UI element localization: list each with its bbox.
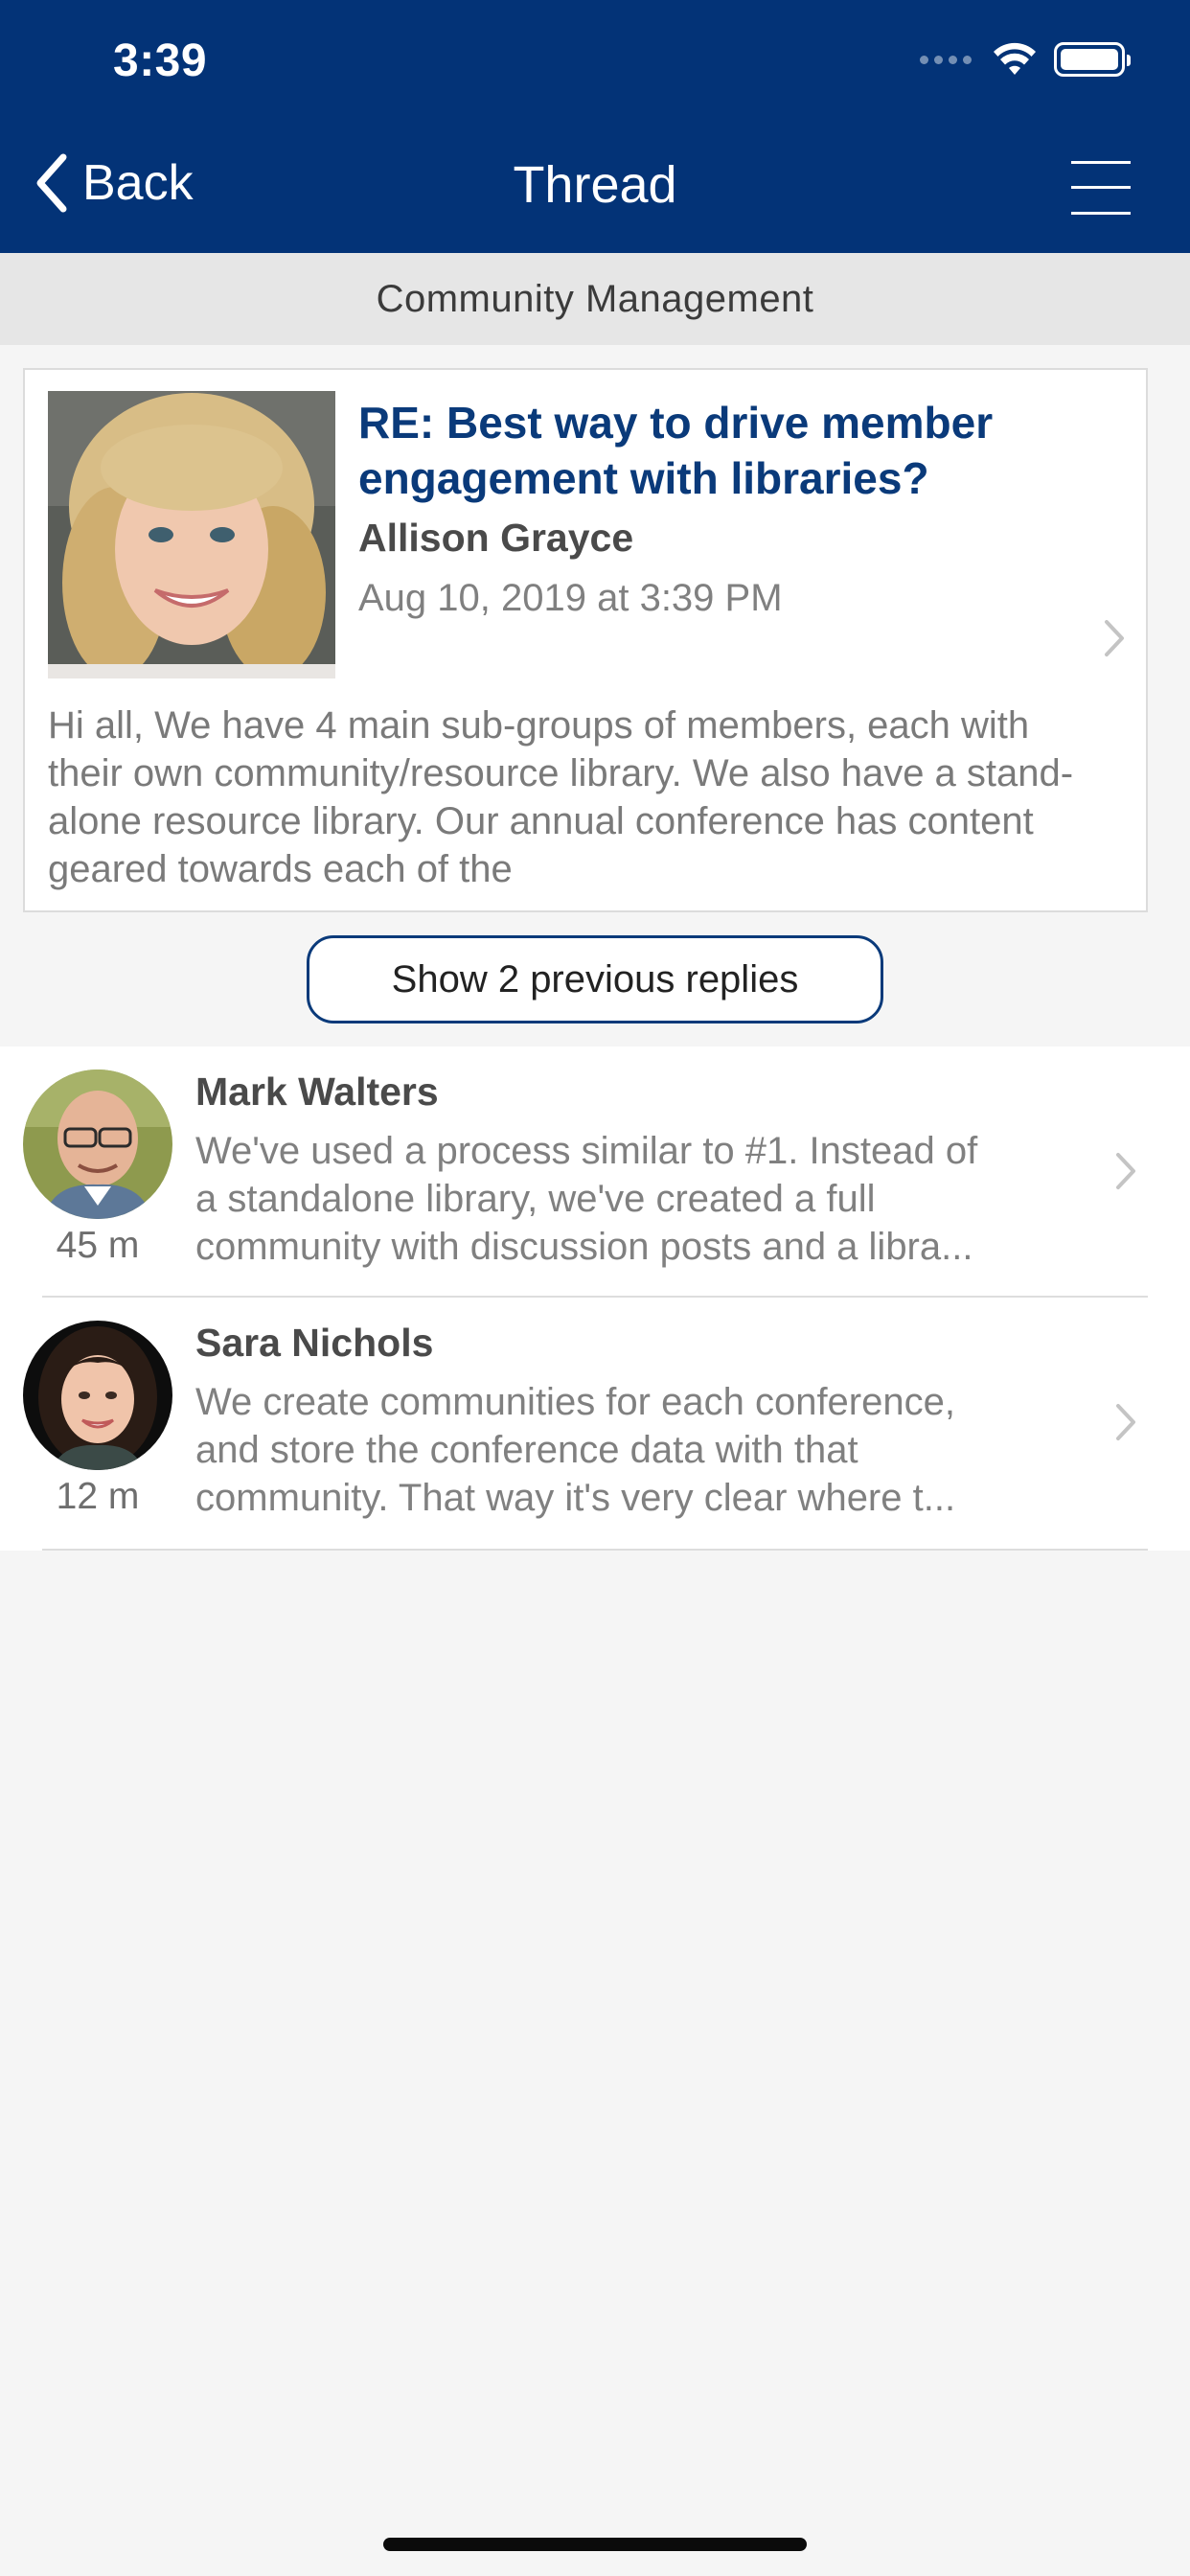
menu-button[interactable] [1071, 159, 1131, 217]
app-header: 3:39 Back Thread [0, 0, 1190, 253]
chevron-right-icon [1105, 620, 1124, 656]
reply-item[interactable]: 45 m Mark Walters We've used a process s… [0, 1046, 1190, 1298]
avatar [23, 1321, 172, 1470]
author-photo [48, 391, 335, 678]
battery-icon [1054, 42, 1131, 77]
original-post-card[interactable]: RE: Best way to drive member engagement … [23, 368, 1148, 912]
status-indicators [920, 42, 1131, 77]
chevron-right-icon [1116, 1153, 1135, 1189]
post-body: Hi all, We have 4 main sub-groups of mem… [48, 704, 1074, 890]
cellular-signal-icon [920, 55, 972, 64]
reply-age: 45 m [56, 1225, 140, 1266]
replies-list: 45 m Mark Walters We've used a process s… [0, 1046, 1190, 1551]
post-title: RE: Best way to drive member engagement … [358, 398, 994, 503]
reply-author: Sara Nichols [195, 1321, 434, 1365]
avatar [23, 1070, 172, 1219]
reply-item[interactable]: 12 m Sara Nichols We create communities … [0, 1298, 1190, 1551]
community-name-bar: Community Management [0, 253, 1190, 345]
page-title: Thread [513, 156, 677, 214]
reply-author: Mark Walters [195, 1070, 439, 1114]
hamburger-menu-icon [1071, 161, 1131, 215]
reply-preview: We create communities for each conferenc… [195, 1381, 956, 1519]
reply-preview: We've used a process similar to #1. Inst… [195, 1130, 978, 1268]
post-date: Aug 10, 2019 at 3:39 PM [358, 577, 783, 619]
post-author: Allison Grayce [358, 516, 634, 560]
show-previous-replies-button[interactable]: Show 2 previous replies [307, 935, 883, 1024]
chevron-right-icon [1116, 1404, 1135, 1440]
reply-age: 12 m [56, 1476, 140, 1517]
status-time: 3:39 [113, 35, 208, 86]
divider [42, 1549, 1148, 1551]
home-indicator[interactable] [383, 2538, 807, 2551]
thread-screen: 3:39 Back Thread Community Management RE… [0, 0, 1190, 2576]
wifi-icon [994, 42, 1036, 75]
